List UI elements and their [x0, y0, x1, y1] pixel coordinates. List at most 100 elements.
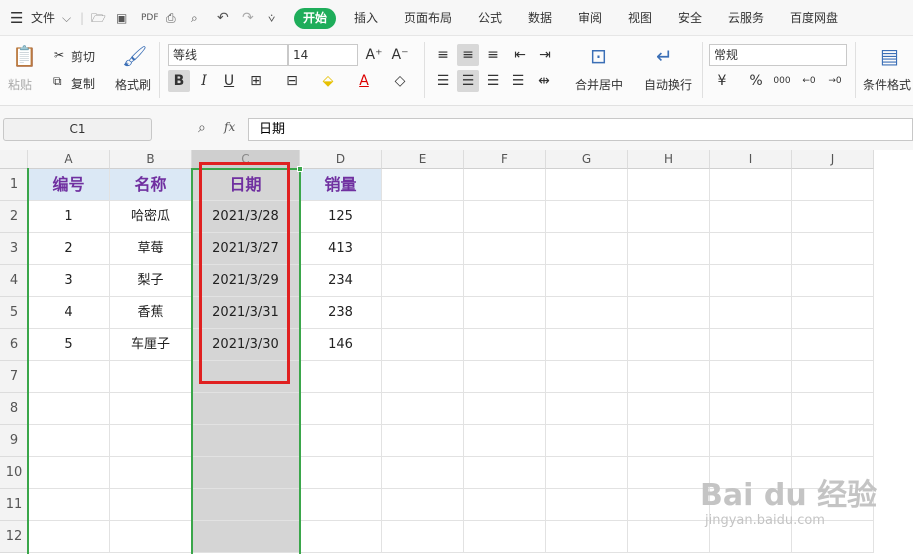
- cell[interactable]: [382, 457, 464, 489]
- number-format-select[interactable]: 常规: [709, 44, 847, 66]
- pdf-icon[interactable]: PDF: [141, 0, 159, 36]
- conditional-format-button[interactable]: 条件格式: [863, 76, 911, 93]
- justify-icon[interactable]: ☰: [507, 70, 529, 92]
- cell[interactable]: [464, 201, 546, 233]
- cell[interactable]: 413: [300, 233, 382, 265]
- indent-decrease-icon[interactable]: ⇤: [509, 44, 531, 66]
- cell[interactable]: [192, 521, 300, 553]
- tab-formulas[interactable]: 公式: [478, 0, 502, 36]
- tab-cloud-services[interactable]: 云服务: [728, 0, 764, 36]
- cell[interactable]: [710, 233, 792, 265]
- cell[interactable]: [628, 457, 710, 489]
- column-header-a[interactable]: A: [28, 150, 110, 169]
- cell[interactable]: [792, 393, 874, 425]
- cell[interactable]: [192, 425, 300, 457]
- font-color-icon[interactable]: A: [353, 70, 375, 92]
- tab-home[interactable]: 开始: [294, 8, 337, 29]
- conditional-format-icon[interactable]: ▤: [880, 44, 899, 68]
- column-header-g[interactable]: G: [546, 150, 628, 169]
- font-size-select[interactable]: 14: [288, 44, 358, 66]
- wrap-text-button[interactable]: 自动换行: [644, 76, 692, 93]
- font-name-select[interactable]: 等线: [168, 44, 288, 66]
- cell[interactable]: [792, 169, 874, 201]
- fill-color-icon[interactable]: ⬙: [317, 70, 339, 92]
- decrease-decimal-icon[interactable]: →0: [824, 70, 846, 92]
- cell[interactable]: [628, 329, 710, 361]
- row-header-4[interactable]: 4: [0, 265, 28, 297]
- row-header-7[interactable]: 7: [0, 361, 28, 393]
- cell[interactable]: [710, 425, 792, 457]
- cell[interactable]: [464, 425, 546, 457]
- align-bottom-icon[interactable]: ≡: [482, 44, 504, 66]
- cell[interactable]: [300, 361, 382, 393]
- cell[interactable]: [464, 297, 546, 329]
- cell[interactable]: [300, 489, 382, 521]
- customize-icon[interactable]: ⩒: [268, 0, 275, 36]
- decrease-font-icon[interactable]: A⁻: [389, 44, 411, 66]
- align-left-icon[interactable]: ☰: [432, 70, 454, 92]
- header-cell[interactable]: 名称: [110, 169, 192, 201]
- cell[interactable]: [792, 233, 874, 265]
- cell[interactable]: 4: [28, 297, 110, 329]
- clear-format-icon[interactable]: ◇: [389, 70, 411, 92]
- row-header-10[interactable]: 10: [0, 457, 28, 489]
- cell[interactable]: [628, 425, 710, 457]
- cut-button[interactable]: 剪切: [71, 48, 95, 65]
- cell[interactable]: [28, 361, 110, 393]
- cell[interactable]: [28, 521, 110, 553]
- cell[interactable]: [792, 361, 874, 393]
- cell[interactable]: [382, 489, 464, 521]
- print-preview-icon[interactable]: ⌕: [191, 0, 198, 36]
- cell[interactable]: [628, 489, 710, 521]
- cell[interactable]: [300, 457, 382, 489]
- align-center-icon[interactable]: ☰: [457, 70, 479, 92]
- row-header-8[interactable]: 8: [0, 393, 28, 425]
- cell[interactable]: [710, 361, 792, 393]
- row-header-9[interactable]: 9: [0, 425, 28, 457]
- cell[interactable]: [628, 297, 710, 329]
- paste-button[interactable]: 粘贴: [8, 76, 32, 93]
- zoom-icon[interactable]: ⌕: [198, 120, 206, 136]
- cell[interactable]: 234: [300, 265, 382, 297]
- row-header-2[interactable]: 2: [0, 201, 28, 233]
- format-painter-button[interactable]: 格式刷: [115, 76, 151, 93]
- row-header-6[interactable]: 6: [0, 329, 28, 361]
- cell[interactable]: [546, 201, 628, 233]
- cell[interactable]: [110, 361, 192, 393]
- cell[interactable]: 125: [300, 201, 382, 233]
- column-header-e[interactable]: E: [382, 150, 464, 169]
- cell[interactable]: [546, 233, 628, 265]
- tab-baidu-netdisk[interactable]: 百度网盘: [790, 0, 838, 36]
- cell[interactable]: 3: [28, 265, 110, 297]
- cell[interactable]: [28, 425, 110, 457]
- wrap-text-icon[interactable]: ↵: [656, 44, 673, 68]
- cell[interactable]: 1: [28, 201, 110, 233]
- column-header-d[interactable]: D: [300, 150, 382, 169]
- thousands-button[interactable]: 000: [771, 70, 793, 92]
- cell[interactable]: [628, 233, 710, 265]
- align-middle-icon[interactable]: ≡: [457, 44, 479, 66]
- row-header-3[interactable]: 3: [0, 233, 28, 265]
- cell[interactable]: [546, 297, 628, 329]
- column-header-i[interactable]: I: [710, 150, 792, 169]
- cell[interactable]: [792, 265, 874, 297]
- cell[interactable]: [300, 425, 382, 457]
- cell[interactable]: [464, 233, 546, 265]
- cell[interactable]: [546, 393, 628, 425]
- cell[interactable]: [28, 489, 110, 521]
- cell[interactable]: [546, 489, 628, 521]
- column-header-h[interactable]: H: [628, 150, 710, 169]
- cell[interactable]: [28, 457, 110, 489]
- menu-icon[interactable]: ☰: [10, 0, 23, 36]
- cell[interactable]: [192, 489, 300, 521]
- tab-page-layout[interactable]: 页面布局: [404, 0, 452, 36]
- cell[interactable]: [382, 329, 464, 361]
- cell[interactable]: [546, 425, 628, 457]
- cell[interactable]: [792, 297, 874, 329]
- select-all-corner[interactable]: [0, 150, 28, 169]
- name-box[interactable]: C1: [3, 118, 152, 141]
- cell[interactable]: [628, 201, 710, 233]
- cell[interactable]: [110, 393, 192, 425]
- row-header-12[interactable]: 12: [0, 521, 28, 553]
- strikethrough-icon[interactable]: ⊟: [281, 70, 303, 92]
